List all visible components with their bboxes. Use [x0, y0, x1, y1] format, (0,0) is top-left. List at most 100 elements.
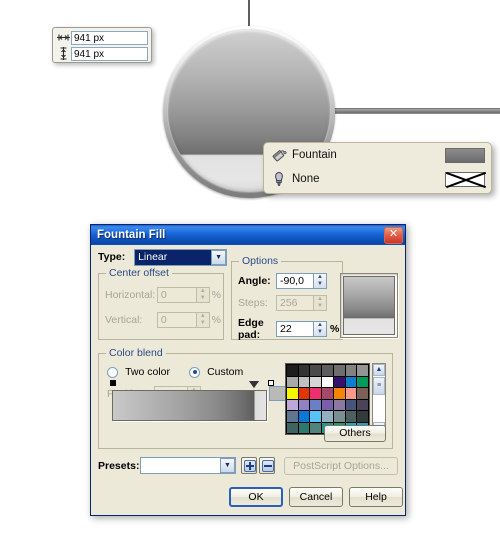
- palette-swatch-5-1[interactable]: [298, 422, 310, 433]
- palette-swatch-5-2[interactable]: [310, 422, 322, 433]
- palette-swatch-1-1[interactable]: [298, 376, 310, 387]
- pen-nib-icon: [270, 170, 288, 188]
- close-icon[interactable]: ✕: [384, 226, 403, 244]
- gradient-node-end[interactable]: [268, 380, 274, 386]
- ok-button[interactable]: OK: [229, 487, 283, 507]
- outline-color-swatch[interactable]: [445, 171, 485, 187]
- others-button[interactable]: Others: [324, 425, 386, 442]
- palette-swatch-4-2[interactable]: [310, 411, 322, 422]
- steps-input[interactable]: 256: [276, 295, 314, 311]
- palette-swatch-2-1[interactable]: [298, 388, 310, 399]
- palette-swatch-4-3[interactable]: [322, 411, 333, 422]
- presets-row: Presets: ▼: [98, 457, 275, 474]
- palette-swatch-2-3[interactable]: [322, 388, 333, 399]
- custom-radio-row[interactable]: Custom: [189, 366, 243, 378]
- stepper-down-icon[interactable]: ▼: [314, 329, 326, 336]
- edge-pad-stepper[interactable]: ▲ ▼: [314, 321, 327, 337]
- stepper-up-icon[interactable]: ▲: [197, 288, 209, 295]
- options-group: Options Angle: -90,0 ▲ ▼ Steps: 256 ▲ ▼ Ed…: [231, 255, 343, 341]
- edge-pad-label: Edge pad:: [238, 317, 264, 341]
- steps-row: Steps: 256 ▲ ▼: [238, 295, 342, 311]
- stepper-down-icon[interactable]: ▼: [197, 320, 209, 327]
- fountain-fill-dialog[interactable]: Fountain Fill ✕ Type: Linear ▼ Center of…: [90, 224, 406, 516]
- palette-swatch-2-0[interactable]: [287, 388, 298, 399]
- palette-swatch-4-4[interactable]: [333, 411, 345, 422]
- custom-radio[interactable]: [189, 366, 200, 378]
- horizontal-offset-input[interactable]: 0: [156, 287, 197, 303]
- horizontal-offset-stepper[interactable]: ▲ ▼: [196, 287, 210, 303]
- palette-swatch-3-6[interactable]: [357, 399, 368, 410]
- help-button[interactable]: Help: [349, 487, 403, 507]
- remove-preset-button[interactable]: [259, 457, 275, 474]
- palette-swatch-3-0[interactable]: [287, 399, 298, 410]
- palette-swatch-2-4[interactable]: [333, 388, 345, 399]
- chevron-down-icon[interactable]: ▼: [211, 250, 227, 265]
- palette-swatch-3-5[interactable]: [345, 399, 357, 410]
- palette-swatch-0-4[interactable]: [333, 365, 345, 376]
- chevron-up-icon[interactable]: ▲: [373, 364, 385, 376]
- palette-swatch-2-5[interactable]: [345, 388, 357, 399]
- stepper-up-icon[interactable]: ▲: [314, 322, 326, 329]
- palette-swatch-1-2[interactable]: [310, 376, 322, 387]
- edge-pad-unit: %: [330, 323, 340, 335]
- palette-swatch-0-1[interactable]: [298, 365, 310, 376]
- postscript-options-button[interactable]: PostScript Options...: [284, 457, 398, 475]
- stepper-up-icon[interactable]: ▲: [197, 313, 209, 320]
- angle-stepper[interactable]: ▲ ▼: [314, 273, 327, 289]
- angle-row: Angle: -90,0 ▲ ▼: [238, 273, 342, 289]
- gradient-node-start[interactable]: [110, 380, 116, 386]
- palette-swatch-3-4[interactable]: [333, 399, 345, 410]
- angle-input[interactable]: -90,0: [276, 273, 314, 289]
- center-offset-group: Center offset Horizontal: 0 ▲ ▼ % Vertica…: [98, 267, 224, 340]
- outline-row[interactable]: None: [264, 167, 491, 191]
- palette-swatch-0-3[interactable]: [322, 365, 333, 376]
- gradient-ramp-strip[interactable]: [112, 390, 267, 421]
- minus-icon: [262, 460, 274, 472]
- palette-swatch-5-0[interactable]: [287, 422, 298, 433]
- fill-color-swatch[interactable]: [445, 147, 485, 163]
- stepper-down-icon[interactable]: ▼: [197, 295, 209, 302]
- vertical-offset-stepper[interactable]: ▲ ▼: [196, 312, 210, 328]
- palette-swatch-1-3[interactable]: [322, 376, 333, 387]
- edge-pad-input[interactable]: 22: [276, 321, 314, 337]
- vertical-offset-label: Vertical:: [105, 314, 143, 326]
- two-color-radio[interactable]: [107, 366, 118, 378]
- cancel-button[interactable]: Cancel: [289, 487, 343, 507]
- palette-swatch-3-2[interactable]: [310, 399, 322, 410]
- palette-swatch-0-0[interactable]: [287, 365, 298, 376]
- palette-swatch-1-5[interactable]: [345, 376, 357, 387]
- scrollbar-thumb[interactable]: ≡: [373, 377, 385, 395]
- palette-swatch-2-2[interactable]: [310, 388, 322, 399]
- palette-swatch-1-4[interactable]: [333, 376, 345, 387]
- palette-swatch-1-0[interactable]: [287, 376, 298, 387]
- palette-swatch-4-0[interactable]: [287, 411, 298, 422]
- stepper-down-icon[interactable]: ▼: [314, 281, 326, 288]
- palette-swatch-0-2[interactable]: [310, 365, 322, 376]
- dialog-titlebar[interactable]: Fountain Fill ✕: [91, 225, 405, 245]
- palette-swatch-0-6[interactable]: [357, 365, 368, 376]
- palette-swatch-0-5[interactable]: [345, 365, 357, 376]
- palette-swatch-4-6[interactable]: [357, 411, 368, 422]
- palette-swatch-4-1[interactable]: [298, 411, 310, 422]
- chevron-down-icon[interactable]: ▼: [220, 458, 235, 473]
- presets-dropdown[interactable]: ▼: [140, 457, 236, 474]
- palette-swatch-3-1[interactable]: [298, 399, 310, 410]
- two-color-radio-row[interactable]: Two color: [107, 366, 170, 378]
- steps-stepper[interactable]: ▲ ▼: [314, 295, 327, 311]
- palette-swatch-2-6[interactable]: [357, 388, 368, 399]
- stepper-down-icon[interactable]: ▼: [314, 303, 326, 310]
- gradient-preview: [340, 273, 398, 338]
- edge-pad-row: Edge pad: 22 ▲ ▼ %: [238, 317, 342, 341]
- fill-row[interactable]: Fountain: [264, 143, 491, 167]
- stepper-up-icon[interactable]: ▲: [314, 274, 326, 281]
- horizontal-offset-label: Horizontal:: [105, 289, 156, 301]
- palette-swatch-4-5[interactable]: [345, 411, 357, 422]
- type-dropdown[interactable]: Linear ▼: [134, 249, 228, 266]
- add-preset-button[interactable]: [241, 457, 257, 474]
- gradient-node-mid[interactable]: [249, 381, 259, 388]
- vertical-offset-input[interactable]: 0: [156, 312, 197, 328]
- steps-label: Steps:: [238, 297, 268, 309]
- stepper-up-icon[interactable]: ▲: [314, 296, 326, 303]
- palette-swatch-3-3[interactable]: [322, 399, 333, 410]
- palette-swatch-1-6[interactable]: [357, 376, 368, 387]
